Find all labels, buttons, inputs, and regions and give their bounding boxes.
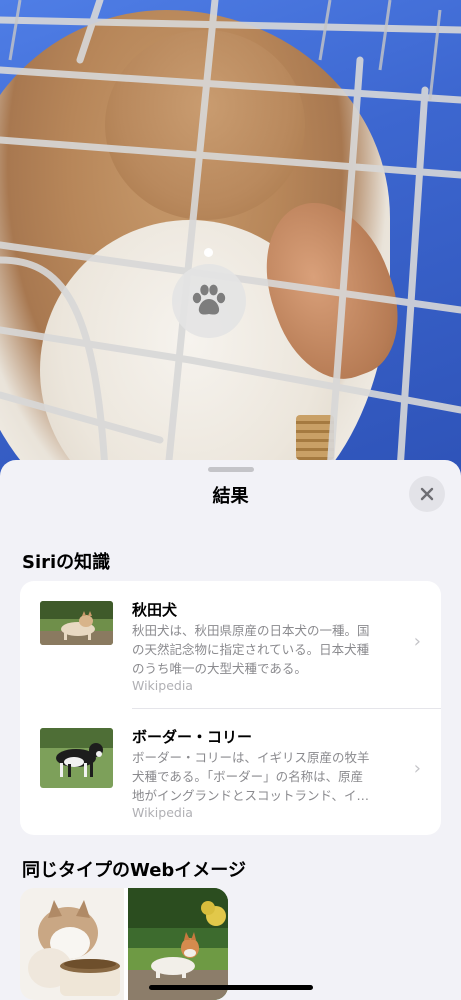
- web-images-heading: 同じタイプのWebイメージ: [22, 860, 246, 881]
- shiba-dog-photo[interactable]: [128, 888, 228, 1000]
- close-icon: [420, 487, 434, 501]
- knowledge-source: Wikipedia: [132, 805, 193, 820]
- sheet-grabber[interactable]: [208, 467, 254, 472]
- knowledge-description: 秋田犬は、秋田県原産の日本犬の一種。国 の天然記念物に指定されている。日本犬種 …: [132, 623, 370, 676]
- knowledge-row-akita[interactable]: 秋田犬 秋田犬は、秋田県原産の日本犬の一種。国 の天然記念物に指定されている。日…: [20, 581, 441, 708]
- border-collie-photo: [40, 728, 113, 788]
- knowledge-title: ボーダー・コリー: [132, 728, 253, 746]
- akita-dog-photo: [40, 601, 113, 645]
- siri-knowledge-heading: Siriの知識: [22, 552, 111, 573]
- paw-icon: [192, 284, 226, 315]
- close-button[interactable]: [409, 476, 445, 512]
- knowledge-source: Wikipedia: [132, 678, 193, 693]
- siri-knowledge-card: 秋田犬 秋田犬は、秋田県原産の日本犬の一種。国 の天然記念物に指定されている。日…: [20, 581, 441, 835]
- husky-puppy-photo[interactable]: [20, 888, 124, 1000]
- chevron-right-icon: ›: [413, 758, 421, 779]
- focus-dot: [204, 248, 213, 257]
- chevron-right-icon: ›: [413, 631, 421, 652]
- knowledge-row-border-collie[interactable]: ボーダー・コリー ボーダー・コリーは、イギリス原産の牧羊 犬種である。「ボーダー…: [20, 708, 441, 835]
- results-sheet: 結果 Siriの知識 秋田犬 秋田犬は、秋田県原産の日本犬の一種。国 の天然記念…: [0, 460, 461, 1000]
- cage-bars: [0, 0, 461, 474]
- visual-lookup-button[interactable]: [172, 264, 246, 338]
- sheet-title: 結果: [212, 486, 249, 507]
- knowledge-title: 秋田犬: [132, 601, 178, 619]
- photo-view: [0, 0, 461, 480]
- knowledge-description: ボーダー・コリーは、イギリス原産の牧羊 犬種である。「ボーダー」の名称は、原産 …: [132, 750, 370, 803]
- home-indicator[interactable]: [149, 985, 313, 990]
- web-images-strip: [20, 888, 228, 1000]
